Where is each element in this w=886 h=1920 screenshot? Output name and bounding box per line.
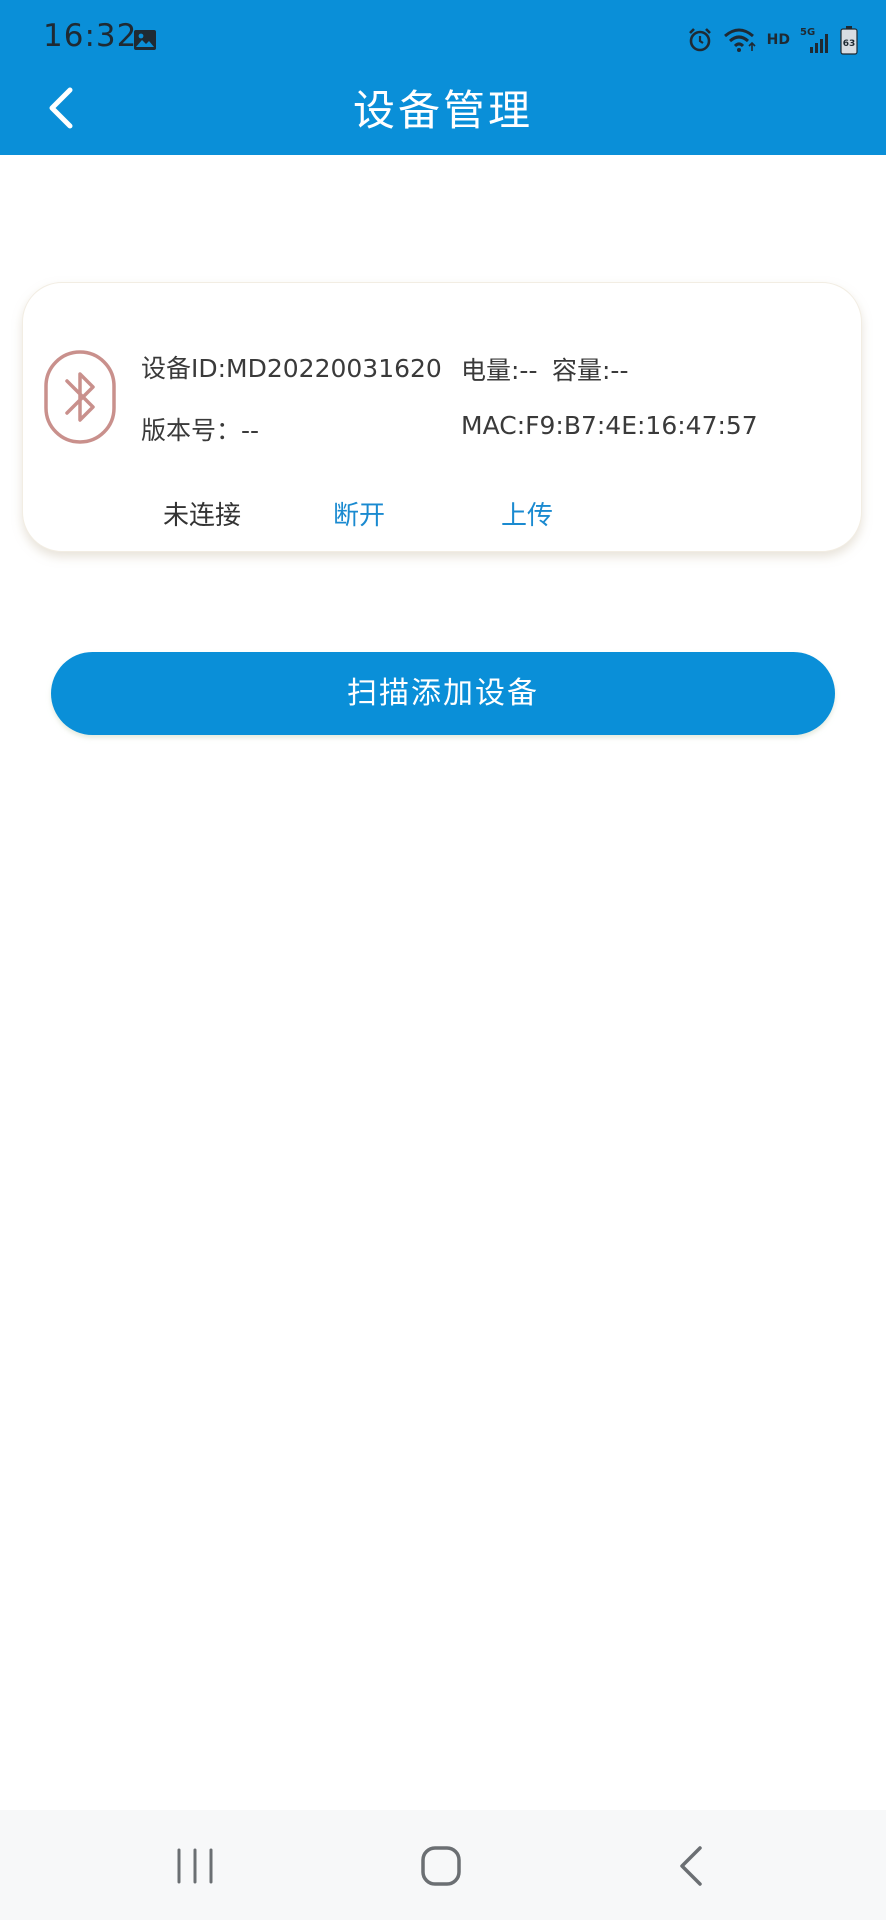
recent-apps-icon[interactable] [170,1846,220,1886]
hd-label: HD [766,32,790,48]
battery-level: 63 [843,39,856,49]
device-id: 设备ID:MD20220031620 [141,354,442,383]
disconnect-button[interactable]: 断开 [333,495,385,532]
scan-add-device-button[interactable]: 扫描添加设备 [51,652,835,735]
bluetooth-icon [44,350,116,444]
battery-icon: 63 [840,26,858,55]
gallery-icon [134,30,156,50]
status-icons: HD 5G 63 [687,22,858,58]
home-icon[interactable] [418,1844,464,1888]
upload-button[interactable]: 上传 [501,495,553,532]
status-time: 16:32 [43,18,138,54]
alarm-icon [688,28,711,52]
device-card: 设备ID:MD20220031620 电量:-- 容量:-- 版本号：-- MA… [22,282,862,552]
network-label: 5G [800,27,815,38]
capacity-text: 容量:-- [552,356,629,385]
version-text: 版本号：-- [141,416,260,445]
mac-address: MAC:F9:B7:4E:16:47:57 [461,411,758,440]
battery-level-text: 电量:-- [461,356,538,385]
system-back-icon[interactable] [676,1842,706,1890]
app-header: 16:32 HD 5G 63 设备管理 [0,0,886,155]
system-nav-bar [0,1810,886,1920]
signal-icon: 5G [800,27,828,53]
connection-status: 未连接 [163,501,242,531]
page-title: 设备管理 [352,86,533,135]
status-bar: 16:32 HD 5G 63 [0,0,886,80]
wifi-icon [723,28,756,52]
